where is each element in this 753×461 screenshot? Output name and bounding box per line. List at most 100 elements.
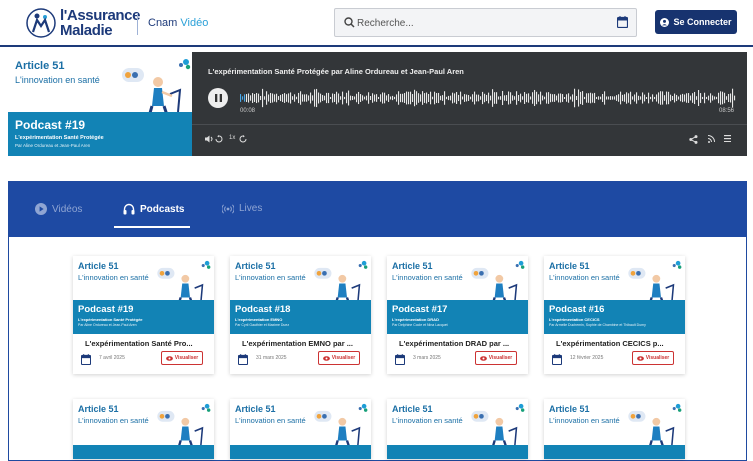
podcast-card-partial[interactable]: Article 51 L'innovation en santé [73,399,214,459]
card-band: Podcast #18 L'expérimentation EMNO Par Cyr… [230,300,371,334]
tab-lives[interactable]: Lives [222,203,262,214]
search-icon [344,17,355,28]
forward-icon[interactable] [239,135,247,143]
card-band: Podcast #17 L'expérimentation DRAD Par Del… [387,300,528,334]
eye-icon [165,355,173,361]
eye-icon [479,355,487,361]
card-subtitle: L'innovation en santé [235,273,306,282]
card-article: Article 51 [549,404,590,414]
podcast-card[interactable]: Article 51 L'innovation en santé Podcast #… [230,256,371,374]
waveform-seekbar[interactable] [240,88,736,108]
tab-lives-label: Lives [239,203,263,214]
card-article: Article 51 [549,261,590,271]
card-title[interactable]: L'expérimentation EMNO par ... [242,339,362,348]
logo-line-1: l'Assurance [60,7,141,24]
podcast-card[interactable]: Article 51 L'innovation en santé Podcast #… [544,256,685,374]
login-button[interactable]: Se Connecter [655,10,737,34]
search-bar [334,8,637,37]
view-button[interactable]: Visualiser [161,351,203,365]
card-podcast-number: Podcast #16 [549,304,605,315]
tab-podcasts-label: Podcasts [140,203,185,215]
audio-player: L'expérimentation Santé Protégée par Ali… [192,52,747,156]
card-band-title: L'expérimentation CECICS [549,317,600,322]
card-band-authors: Par Armelle Duchemin, Sophie de Chambine… [549,323,646,327]
card-band-authors: Par Cyril Gauthier et Maxime Duez [235,323,290,327]
card-date: 7 avril 2025 [99,355,125,361]
podcast-banner: Article 51 L'innovation en santé Podcast… [8,52,192,156]
pause-icon [214,94,222,102]
card-band [230,445,371,459]
calendar-icon[interactable] [617,16,628,28]
podcast-thumbnail[interactable]: Article 51 L'innovation en santé Podcast #… [544,256,685,334]
card-title[interactable]: L'expérimentation DRAD par ... [399,339,519,348]
player-divider [192,124,747,125]
view-button[interactable]: Visualiser [318,351,360,365]
card-title[interactable]: L'expérimentation CECICS p... [556,339,676,348]
card-date: 31 mars 2025 [256,355,287,361]
card-band [387,445,528,459]
pause-button[interactable] [208,88,228,108]
podcast-thumbnail[interactable]: Article 51 L'innovation en santé Podcast #… [230,256,371,334]
card-date: 12 février 2025 [570,355,604,361]
card-article: Article 51 [78,404,119,414]
podcast-card[interactable]: Article 51 L'innovation en santé Podcast #… [387,256,528,374]
card-title[interactable]: L'expérimentation Santé Pro... [85,339,205,348]
card-article: Article 51 [235,404,276,414]
calendar-icon [552,354,562,365]
site-header: l'Assurance Maladie Cnam Vidéo Se Connec… [0,0,753,47]
cnam-video-label: Cnam Vidéo [148,17,208,29]
share-icon[interactable] [689,135,698,144]
view-button-label: Visualiser [174,355,199,361]
podcast-thumbnail[interactable]: Article 51 L'innovation en santé Podcast #… [387,256,528,334]
user-icon [660,17,670,27]
tab-videos[interactable]: Vidéos [35,203,82,215]
eye-icon [322,355,330,361]
card-subtitle: L'innovation en santé [78,416,149,425]
search-input[interactable] [357,14,597,32]
rss-icon[interactable] [708,135,715,143]
calendar-icon [238,354,248,365]
speed-button[interactable]: 1x [229,135,235,141]
view-button-label: Visualiser [331,355,356,361]
card-band-title: L'expérimentation DRAD [392,317,439,322]
card-band [73,445,214,459]
cnam-suffix: Vidéo [180,17,209,29]
card-band-authors: Par Aline Ordureau et Jean-Paul Aren [78,323,137,327]
card-article: Article 51 [392,404,433,414]
volume-icon[interactable] [205,135,214,143]
podcast-card-partial[interactable]: Article 51 L'innovation en santé [387,399,528,459]
assurance-maladie-logo[interactable]: l'Assurance Maladie [26,8,140,38]
tab-bar: Vidéos Podcasts Lives [9,182,746,237]
podcast-card[interactable]: Article 51 L'innovation en santé Podcast #… [73,256,214,374]
view-button[interactable]: Visualiser [632,351,674,365]
card-article: Article 51 [235,261,276,271]
card-band: Podcast #19 L'expérimentation Santé Proté… [73,300,214,334]
banner-band: Podcast #19 L'expérimentation Santé Prot… [8,112,192,156]
player-title: L'expérimentation Santé Protégée par Ali… [208,67,464,76]
card-subtitle: L'innovation en santé [549,416,620,425]
calendar-icon [395,354,405,365]
card-band: Podcast #16 L'expérimentation CECICS Par A… [544,300,685,334]
login-label: Se Connecter [673,17,732,27]
rewind-icon[interactable] [215,135,223,143]
podcast-thumbnail[interactable]: Article 51 L'innovation en santé Podcast #… [73,256,214,334]
calendar-icon [81,354,91,365]
view-button-label: Visualiser [488,355,513,361]
tab-podcasts[interactable]: Podcasts [123,203,184,215]
card-band-title: L'expérimentation Santé Protégée [78,317,143,322]
podcast-card-partial[interactable]: Article 51 L'innovation en santé [544,399,685,459]
playlist-icon[interactable] [724,135,731,142]
card-subtitle: L'innovation en santé [549,273,620,282]
logo-separator [137,13,138,35]
card-subtitle: L'innovation en santé [235,416,306,425]
broadcast-icon [222,203,234,214]
card-subtitle: L'innovation en santé [392,273,463,282]
tab-videos-label: Vidéos [52,203,83,215]
card-podcast-number: Podcast #19 [78,304,134,315]
active-tab-indicator [114,226,190,228]
banner-article: Article 51 [15,60,65,72]
podcast-card-partial[interactable]: Article 51 L'innovation en santé [230,399,371,459]
view-button[interactable]: Visualiser [475,351,517,365]
logo-line-2: Maladie [60,22,113,39]
card-article: Article 51 [392,261,433,271]
